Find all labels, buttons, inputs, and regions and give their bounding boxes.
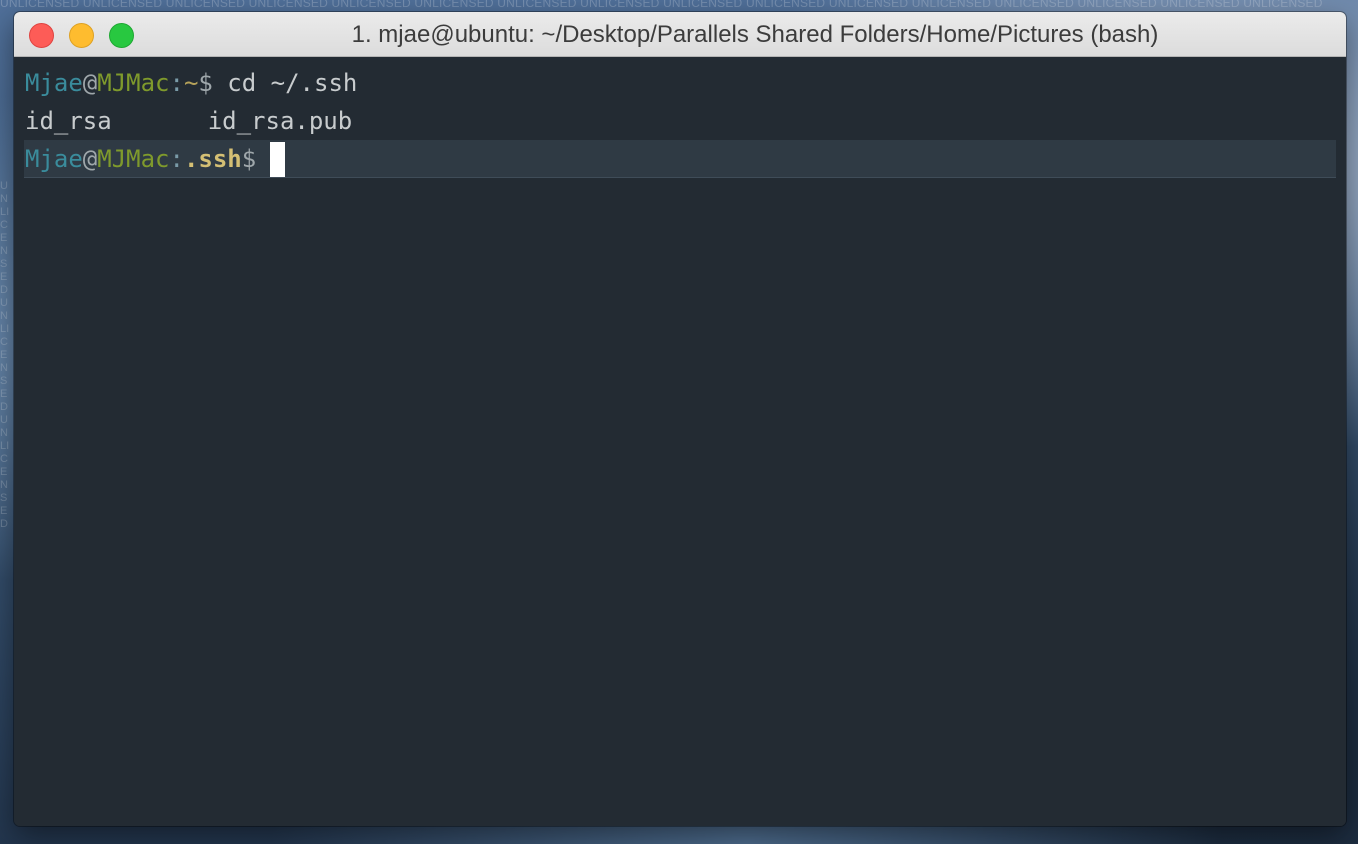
prompt-at: @ (82, 145, 98, 173)
active-prompt-line[interactable]: Mjae@MJMac:.ssh$ (24, 140, 1336, 178)
prompt-host: MJMac (97, 69, 170, 97)
prompt-dollar: $ (241, 145, 257, 173)
terminal-content[interactable]: Mjae@MJMac:~$ cd ~/.ssh id_rsa id_rsa.pub… (14, 57, 1346, 826)
unlicensed-watermark: UNLICENSED UNLICENSED UNLICENSED UNLICEN… (0, 0, 1323, 10)
prompt-colon: : (169, 69, 184, 97)
unlicensed-watermark-side: UNLICENSED UNLICENSED UNLICENSED (0, 180, 10, 530)
prompt-cwd: .ssh (183, 145, 242, 173)
window-title: 1. mjae@ubuntu: ~/Desktop/Parallels Shar… (351, 21, 1159, 48)
prompt-dollar: $ (198, 69, 213, 97)
file-name: id_rsa (25, 107, 112, 135)
file-name: id_rsa.pub (207, 107, 353, 135)
prompt-user: Mjae (25, 69, 83, 97)
prompt-cwd: ~ (183, 69, 199, 97)
text-cursor (270, 141, 286, 177)
title-bar[interactable]: 1. mjae@ubuntu: ~/Desktop/Parallels Shar… (14, 12, 1346, 57)
prompt-host: MJMac (97, 145, 170, 173)
prompt-colon: : (169, 145, 184, 173)
terminal-line: Mjae@MJMac:~$ cd ~/.ssh (25, 64, 357, 102)
prompt-user: Mjae (25, 145, 83, 173)
terminal-line: id_rsa id_rsa.pub (25, 102, 352, 140)
prompt-at: @ (82, 69, 98, 97)
command-text: cd ~/.ssh (212, 69, 358, 97)
terminal-window: 1. mjae@ubuntu: ~/Desktop/Parallels Shar… (14, 12, 1346, 826)
